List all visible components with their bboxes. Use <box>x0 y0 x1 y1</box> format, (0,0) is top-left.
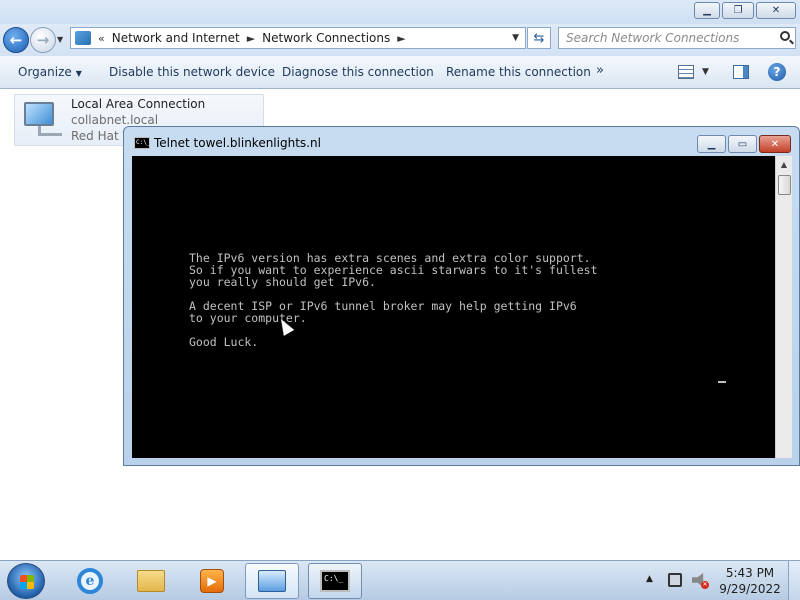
breadcrumb-chevron-icon[interactable]: ► <box>247 32 255 45</box>
media-player-icon: ▶ <box>200 569 224 593</box>
folder-icon <box>137 570 165 592</box>
help-icon[interactable]: ? <box>768 63 786 81</box>
start-button[interactable] <box>7 563 45 599</box>
network-adapter-icon <box>20 100 64 140</box>
change-view-icon[interactable] <box>678 65 694 79</box>
recent-pages-dropdown-icon[interactable]: ▼ <box>57 35 63 44</box>
network-folder-icon <box>75 31 91 45</box>
clock-date: 9/29/2022 <box>719 582 781 596</box>
more-commands-button[interactable]: » <box>596 63 604 78</box>
disable-device-button[interactable]: Disable this network device <box>109 65 275 79</box>
chevron-down-icon: ▼ <box>75 69 82 78</box>
search-input[interactable] <box>559 28 769 48</box>
telnet-console-window[interactable]: C:\_ Telnet towel.blinkenlights.nl ▁ ▭ ✕… <box>123 126 800 466</box>
breadcrumb-network-and-internet[interactable]: Network and Internet <box>112 31 240 45</box>
console-line: Good Luck. <box>189 335 259 349</box>
control-panel-icon <box>258 570 286 592</box>
console-scrollbar[interactable]: ▲ <box>775 156 792 458</box>
preview-pane-icon[interactable] <box>733 65 749 79</box>
console-title: Telnet towel.blinkenlights.nl <box>154 136 321 150</box>
taskbar-control-panel[interactable] <box>245 563 299 599</box>
console-text: The IPv6 version has extra scenes and ex… <box>189 252 598 348</box>
organize-button[interactable]: Organize ▼ <box>18 65 82 79</box>
show-desktop-button[interactable] <box>788 561 800 600</box>
forward-button[interactable]: → <box>30 27 56 53</box>
breadcrumb-network-connections[interactable]: Network Connections <box>262 31 390 45</box>
explorer-caption-buttons: ▁ ❐ ✕ <box>694 2 796 19</box>
windows-logo-icon <box>20 575 34 589</box>
diagnose-button[interactable]: Diagnose this connection <box>282 65 434 79</box>
view-options-dropdown-icon[interactable]: ▼ <box>702 67 709 77</box>
console-line: you really should get IPv6. <box>189 275 376 289</box>
mute-indicator-icon: ✕ <box>701 581 709 589</box>
breadcrumb-chevron-icon[interactable]: ► <box>397 32 405 45</box>
connection-network: collabnet.local <box>71 113 159 127</box>
close-button[interactable]: ✕ <box>756 2 796 19</box>
taskbar-windows-explorer[interactable] <box>124 563 178 599</box>
connection-name: Local Area Connection <box>71 97 206 111</box>
address-bar[interactable]: « Network and Internet ► Network Connect… <box>70 27 526 49</box>
command-prompt-icon: C:\_ <box>134 137 150 149</box>
taskbar-media-player[interactable]: ▶ <box>185 563 239 599</box>
refresh-button[interactable]: ⇆ <box>527 27 551 49</box>
network-tray-icon[interactable] <box>668 573 682 587</box>
rename-button[interactable]: Rename this connection <box>446 65 591 79</box>
organize-label: Organize <box>18 65 72 79</box>
clock-time: 5:43 PM <box>725 566 775 580</box>
scroll-up-arrow-icon[interactable]: ▲ <box>776 156 792 173</box>
console-output[interactable]: The IPv6 version has extra scenes and ex… <box>132 156 775 458</box>
search-icon[interactable] <box>780 31 790 41</box>
address-row: ← → ▼ « Network and Internet ► Network C… <box>0 24 800 56</box>
command-bar: Organize ▼ Disable this network device Di… <box>0 56 800 89</box>
show-hidden-icons-icon[interactable]: ▲ <box>646 574 653 584</box>
taskbar-command-prompt[interactable]: C:\_ <box>308 563 362 599</box>
breadcrumb-overflow[interactable]: « <box>98 32 105 45</box>
address-dropdown-icon[interactable]: ▼ <box>512 33 519 43</box>
explorer-titlebar[interactable]: ▁ ❐ ✕ <box>0 0 800 24</box>
scrollbar-thumb[interactable] <box>778 175 791 195</box>
connection-adapter: Red Hat V <box>71 129 131 143</box>
back-button[interactable]: ← <box>3 27 29 53</box>
command-prompt-icon: C:\_ <box>320 570 350 592</box>
console-close-button[interactable]: ✕ <box>759 135 791 153</box>
console-minimize-button[interactable]: ▁ <box>697 135 726 153</box>
minimize-button[interactable]: ▁ <box>694 2 720 19</box>
console-cursor <box>718 381 726 383</box>
internet-explorer-icon: e <box>77 568 103 594</box>
taskbar-internet-explorer[interactable]: e <box>63 563 117 599</box>
system-clock[interactable]: 5:43 PM 9/29/2022 <box>716 565 784 597</box>
search-box[interactable] <box>558 27 796 49</box>
console-caption-buttons: ▁ ▭ ✕ <box>697 135 791 153</box>
console-maximize-button[interactable]: ▭ <box>728 135 757 153</box>
maximize-button[interactable]: ❐ <box>722 2 754 19</box>
taskbar: e ▶ C:\_ ▲ ✕ 5:43 PM 9/29/2022 <box>0 560 800 600</box>
